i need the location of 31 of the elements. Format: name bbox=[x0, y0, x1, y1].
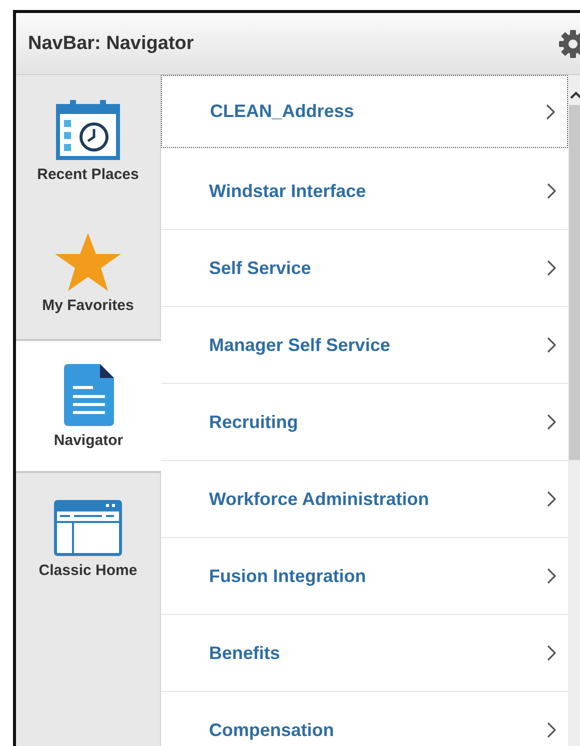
chevron-right-icon bbox=[547, 260, 556, 276]
menu-item-label: Self Service bbox=[209, 258, 312, 278]
scrollbar-thumb[interactable] bbox=[569, 105, 580, 460]
menu-item-label: Fusion Integration bbox=[209, 566, 366, 586]
chevron-right-icon bbox=[547, 645, 556, 661]
nav-tab-label: My Favorites bbox=[42, 296, 134, 314]
menu-item-label: Compensation bbox=[209, 720, 334, 740]
nav-tab-label: Classic Home bbox=[38, 562, 138, 578]
menu-item-label: Benefits bbox=[209, 642, 280, 664]
menu-item-label: Windstar Interface bbox=[209, 180, 366, 202]
document-icon bbox=[64, 364, 114, 426]
menu-item-label: Recruiting bbox=[209, 412, 298, 432]
caret-up-icon[interactable] bbox=[570, 91, 580, 99]
chevron-right-icon bbox=[547, 491, 556, 507]
nav-tab[interactable]: Navigator bbox=[16, 339, 161, 473]
menu-item-label: Workforce Administration bbox=[209, 488, 430, 510]
scrollbar[interactable] bbox=[568, 75, 580, 746]
chevron-right-icon bbox=[547, 722, 556, 738]
window-icon bbox=[54, 500, 122, 556]
calendar-clock-icon bbox=[56, 100, 120, 160]
menu-item-label: CLEAN_Address bbox=[210, 101, 354, 122]
chevron-right-icon bbox=[547, 337, 556, 353]
star-icon bbox=[55, 232, 121, 290]
nav-tab-label: Navigator bbox=[54, 432, 124, 448]
chevron-right-icon bbox=[547, 568, 556, 584]
panel-title: NavBar: Navigator bbox=[28, 32, 194, 54]
chevron-right-icon bbox=[546, 104, 555, 120]
nav-tab-label: Recent Places bbox=[37, 166, 139, 182]
chevron-right-icon bbox=[547, 414, 556, 430]
chevron-right-icon bbox=[547, 183, 556, 199]
menu-item-label: Manager Self Service bbox=[209, 334, 390, 356]
